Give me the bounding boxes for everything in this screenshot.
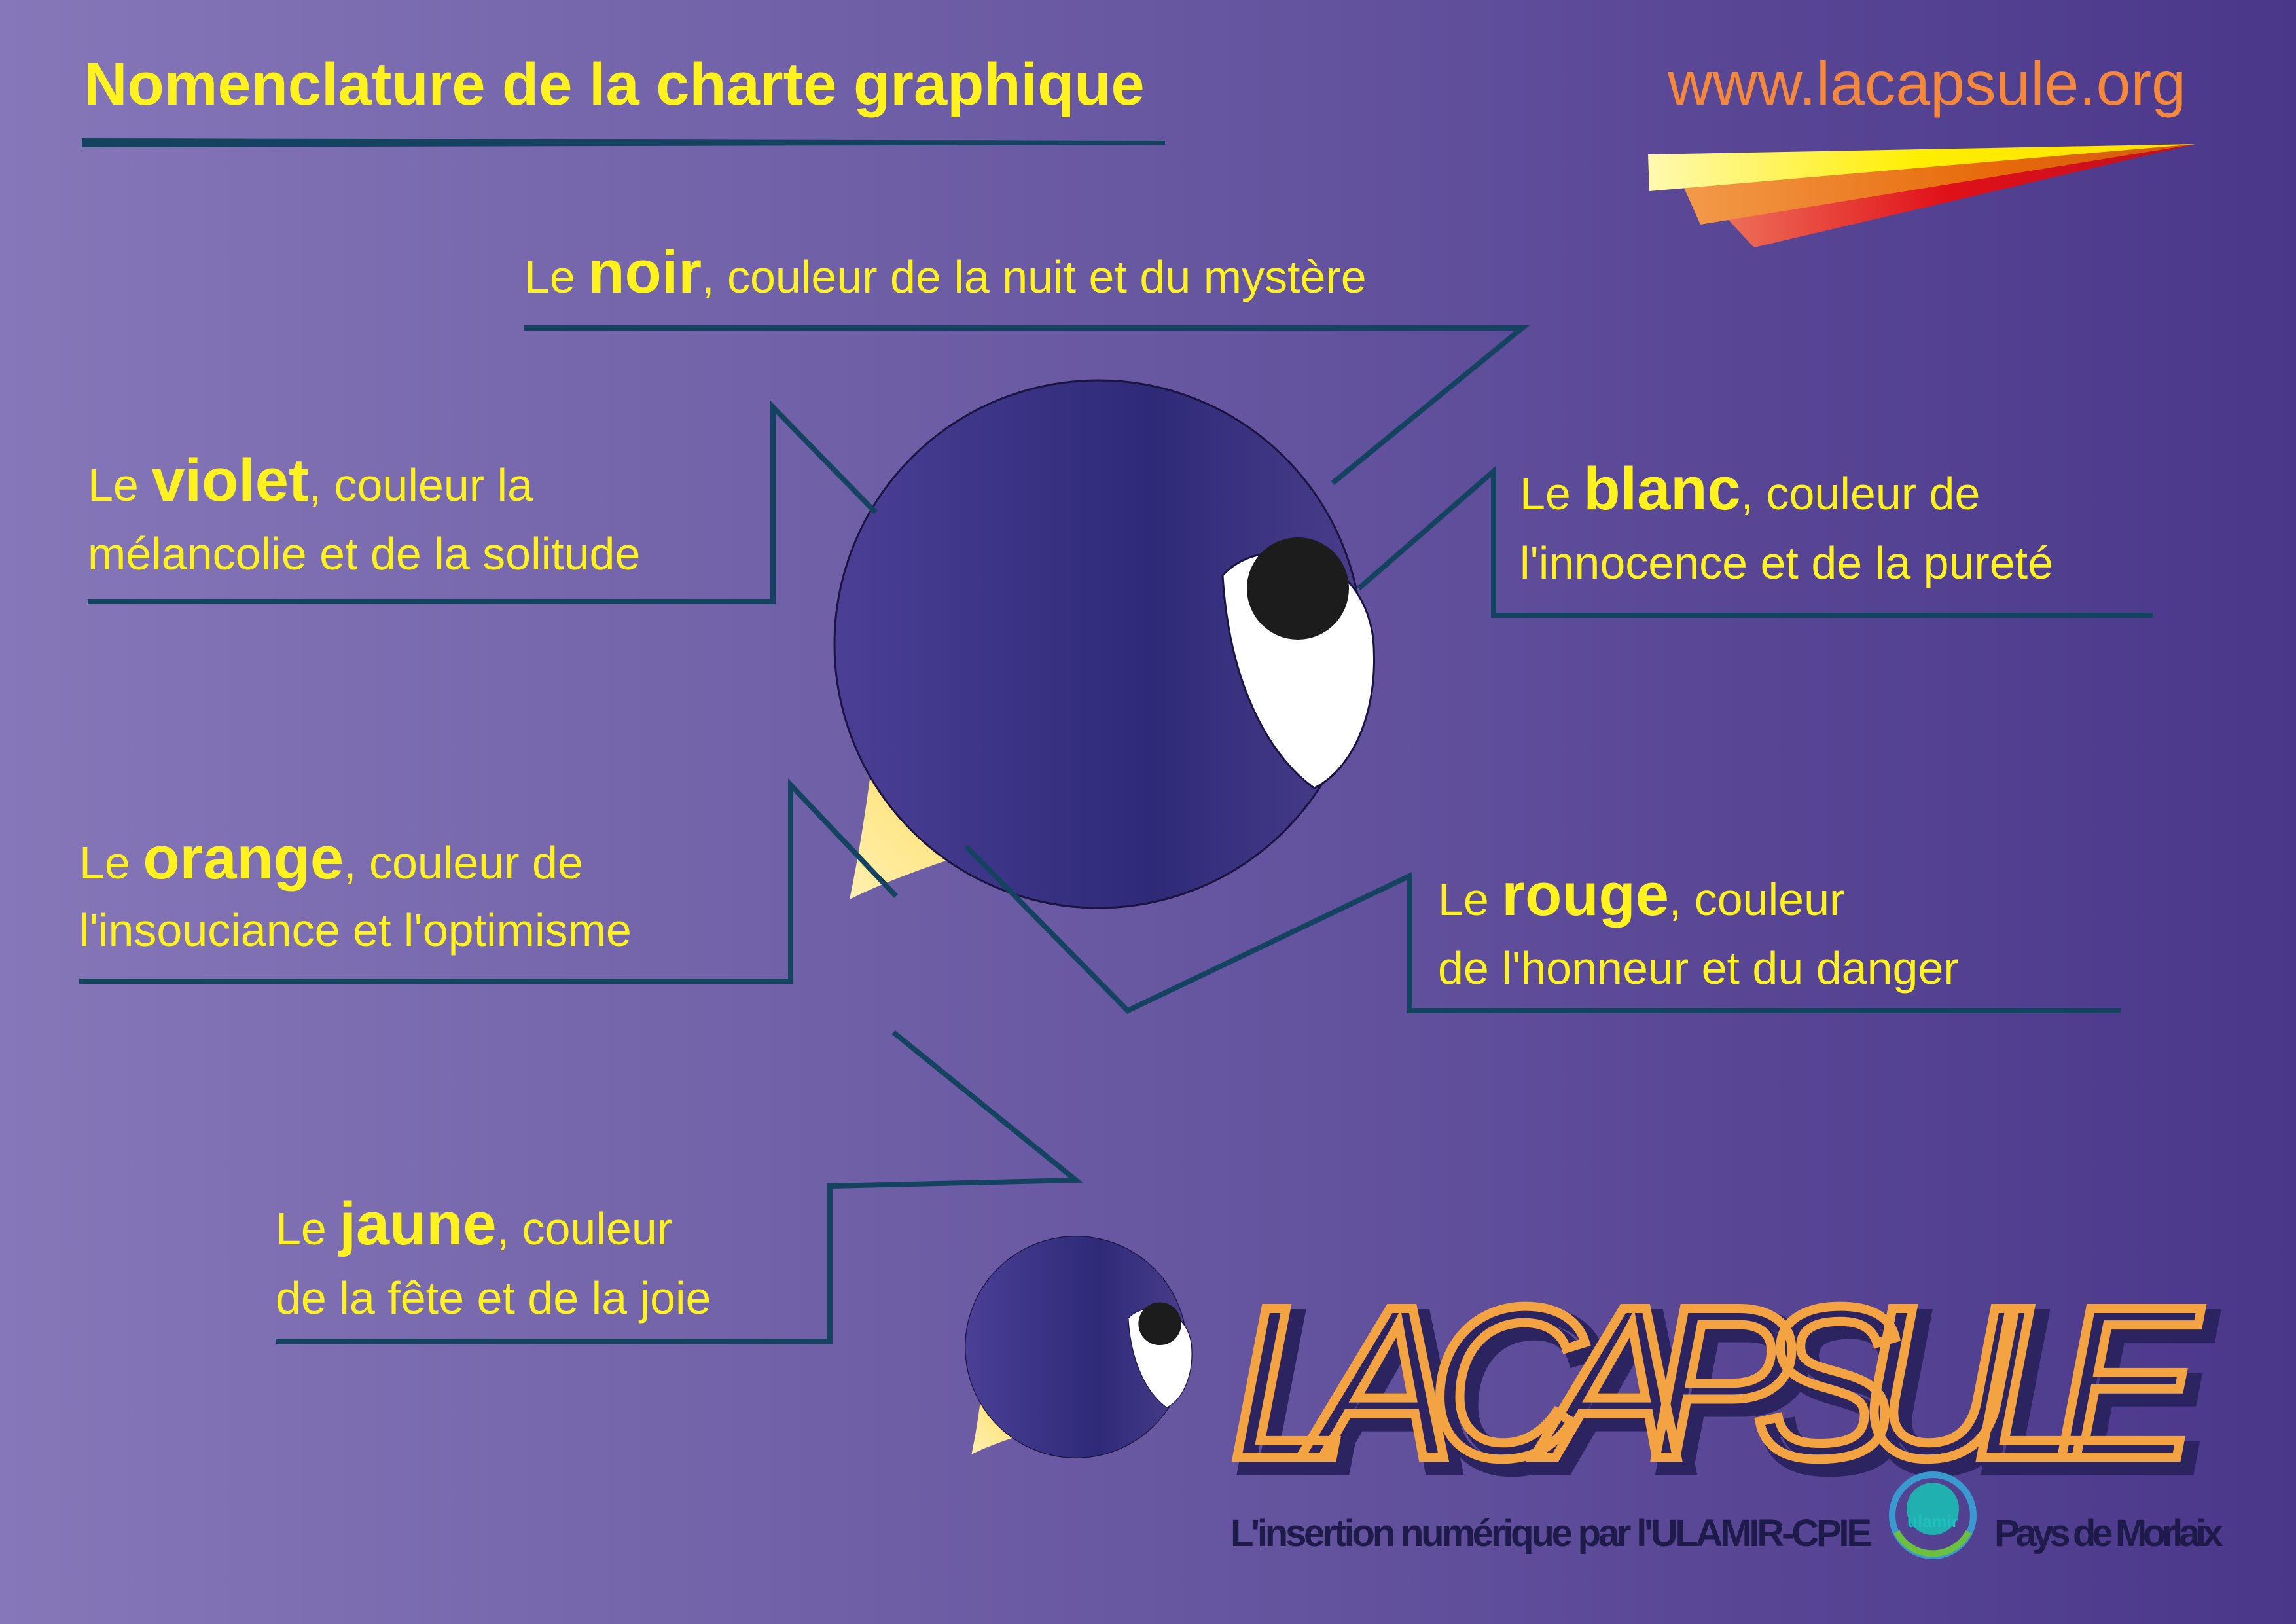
page-title: Nomenclature de la charte graphique (84, 51, 1145, 118)
svg-text:mélancolie et de la solitude: mélancolie et de la solitude (88, 528, 640, 579)
logo-region: Pays de Morlaix (1994, 1512, 2223, 1555)
svg-text:de l'honneur et du danger: de l'honneur et du danger (1438, 943, 1959, 994)
svg-text:ulamir: ulamir (1907, 1511, 1958, 1531)
logo-wordmark: LA CAPSULE (1230, 1261, 2212, 1503)
logo-tagline: L'insertion numérique par l'ULAMIR-CPIE (1230, 1512, 1872, 1555)
poster: Nomenclature de la charte graphique www.… (0, 0, 2296, 1624)
website-link[interactable]: www.lacapsule.org (1667, 49, 2186, 118)
svg-text:l'innocence et de la pureté: l'innocence et de la pureté (1520, 537, 2053, 588)
title-underline (82, 137, 1166, 148)
svg-text:de la fête et de la joie: de la fête et de la joie (276, 1272, 711, 1324)
svg-text:l'insouciance et l'optimisme: l'insouciance et l'optimisme (79, 905, 632, 956)
